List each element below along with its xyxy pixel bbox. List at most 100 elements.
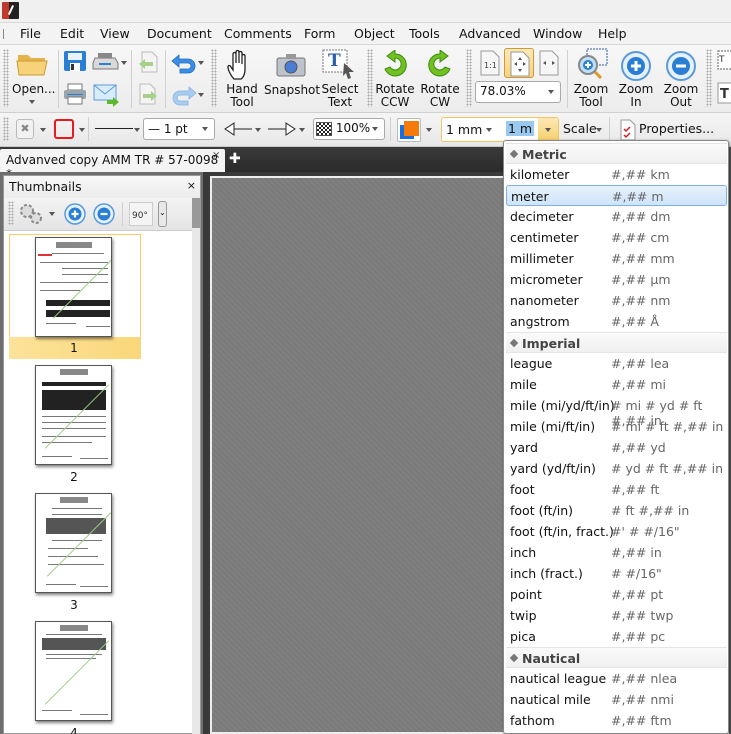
unit-option-nautical-league[interactable]: nautical league #,## nlea xyxy=(506,668,727,689)
fit-width-button[interactable] xyxy=(538,50,560,76)
unit-option-decimeter[interactable]: decimeter #,## dm xyxy=(506,206,727,227)
previous-view-icon[interactable] xyxy=(137,51,159,73)
email-icon[interactable] xyxy=(93,83,121,107)
document-page[interactable] xyxy=(210,176,505,734)
scale-to-input[interactable]: 1 m xyxy=(506,121,535,136)
print-icon[interactable] xyxy=(63,83,87,105)
scan-dropdown-caret[interactable] xyxy=(121,61,127,65)
menu-file[interactable]: File xyxy=(20,26,41,41)
scanner-icon[interactable] xyxy=(92,52,120,70)
page-thumbnail-4[interactable] xyxy=(35,621,112,721)
line-end-dropdown-caret[interactable] xyxy=(299,128,305,132)
reduce-thumbnails-icon[interactable] xyxy=(93,203,115,225)
next-view-icon[interactable] xyxy=(137,83,159,105)
options-dropdown-caret[interactable] xyxy=(49,212,55,216)
close-tab-icon[interactable]: × xyxy=(212,150,220,161)
line-style-dropdown-caret[interactable] xyxy=(134,128,140,132)
unit-option-foot-ft-in-fract[interactable]: foot (ft/in, fract.) #' # #/16" xyxy=(506,521,727,542)
unit-option-micrometer[interactable]: micrometer #,## µm xyxy=(506,269,727,290)
document-view[interactable] xyxy=(203,172,505,734)
fit-page-button[interactable] xyxy=(504,48,534,78)
undo-icon[interactable] xyxy=(170,52,198,74)
unit-option-millimeter[interactable]: millimeter #,## mm xyxy=(506,248,727,269)
menu-view[interactable]: View xyxy=(100,26,130,41)
save-icon[interactable] xyxy=(63,50,87,72)
page-thumbnail-2[interactable] xyxy=(35,365,112,465)
stroke-color-dropdown-caret[interactable] xyxy=(79,128,85,132)
toolbar-grip[interactable] xyxy=(3,29,7,39)
line-start-arrow-icon[interactable] xyxy=(223,121,253,137)
unit-option-inch-fract[interactable]: inch (fract.) # #/16" xyxy=(506,563,727,584)
page-thumbnail-1[interactable] xyxy=(35,237,112,337)
scale-from-value[interactable]: 1 mm xyxy=(446,122,482,137)
toolbar-grip[interactable] xyxy=(466,49,472,107)
close-panel-icon[interactable]: × xyxy=(187,179,196,192)
menu-form[interactable]: Form xyxy=(304,26,336,41)
toolbar-grip[interactable] xyxy=(706,49,712,107)
unit-option-twip[interactable]: twip #,## twp xyxy=(506,605,727,626)
unit-option-nautical-mile[interactable]: nautical mile #,## nmi xyxy=(506,689,727,710)
scrollbar-thumb[interactable] xyxy=(192,198,200,228)
unit-option-kilometer[interactable]: kilometer #,## km xyxy=(506,164,727,185)
line-end-arrow-icon[interactable] xyxy=(267,121,297,137)
more-options-button[interactable]: ⌄ xyxy=(158,201,167,227)
menu-document[interactable]: Document xyxy=(147,26,212,41)
unit-option-foot-ft-in[interactable]: foot (ft/in) # ft #,## in xyxy=(506,500,727,521)
unit-option-fathom[interactable]: fathom #,## ftm xyxy=(506,710,727,731)
unit-option-yard-yd-ft-in[interactable]: yard (yd/ft/in) # yd # ft #,## in xyxy=(506,458,727,479)
unit-option-yard[interactable]: yard #,## yd xyxy=(506,437,727,458)
redo-dropdown-caret[interactable] xyxy=(198,93,204,97)
unit-option-nanometer[interactable]: nanometer #,## nm xyxy=(506,290,727,311)
unit-option-centimeter[interactable]: centimeter #,## cm xyxy=(506,227,727,248)
unit-option-foot[interactable]: foot #,## ft xyxy=(506,479,727,500)
unit-option-league[interactable]: league #,## lea xyxy=(506,353,727,374)
document-tab[interactable]: Advanved copy AMM TR # 57-0098 * × xyxy=(0,149,225,181)
menu-object[interactable]: Object xyxy=(354,26,395,41)
opacity-combo[interactable]: 100% xyxy=(313,118,385,140)
scale-from-dropdown-caret[interactable] xyxy=(486,128,492,132)
new-tab-icon[interactable]: ✚ xyxy=(229,151,241,167)
delete-dropdown-caret[interactable] xyxy=(40,128,46,132)
redo-icon[interactable] xyxy=(170,84,198,106)
unit-option-angstrom[interactable]: angstrom #,## Å xyxy=(506,311,727,332)
unit-option-mile[interactable]: mile #,## mi xyxy=(506,374,727,395)
menu-help[interactable]: Help xyxy=(598,26,627,41)
menu-tools[interactable]: Tools xyxy=(409,26,440,41)
menu-edit[interactable]: Edit xyxy=(60,26,84,41)
actual-size-button[interactable]: 1:1 xyxy=(479,50,501,76)
scale-to-dropdown-button[interactable] xyxy=(538,118,558,141)
delete-button[interactable]: ✖ xyxy=(16,119,34,139)
line-width-combo[interactable]: — 1 pt xyxy=(143,118,215,140)
toolbar-grip[interactable] xyxy=(8,201,14,225)
scale-dropdown-caret[interactable] xyxy=(596,128,602,132)
unit-option-inch[interactable]: inch #,## in xyxy=(506,542,727,563)
fill-color-button[interactable] xyxy=(397,118,421,142)
stroke-color-button[interactable] xyxy=(54,119,74,139)
unit-option-meter[interactable]: meter #,## m xyxy=(506,185,727,206)
line-start-dropdown-caret[interactable] xyxy=(255,128,261,132)
unit-option-mile-mi-ft-in[interactable]: mile (mi/ft/in) # mi # ft #,## in xyxy=(506,416,727,437)
thumbnails-scrollbar[interactable] xyxy=(192,198,200,734)
page-thumbnail-3[interactable] xyxy=(35,493,112,593)
typewriter-icon[interactable]: T xyxy=(717,50,731,72)
unit-option-point[interactable]: point #,## pt xyxy=(506,584,727,605)
toolbar-grip[interactable] xyxy=(211,49,217,107)
line-style-button[interactable] xyxy=(95,128,133,129)
toolbar-grip[interactable] xyxy=(367,49,373,107)
text-tool-icon[interactable]: T xyxy=(717,82,731,104)
zoom-level-combo[interactable]: 78.03% xyxy=(475,81,561,103)
toolbar-grip[interactable] xyxy=(3,117,9,141)
gear-icon[interactable] xyxy=(18,202,44,226)
enlarge-thumbnails-icon[interactable] xyxy=(64,203,86,225)
zoom-dropdown-caret[interactable] xyxy=(548,90,554,94)
menu-advanced[interactable]: Advanced xyxy=(459,26,521,41)
rotate-thumbnail-button[interactable]: 90° xyxy=(129,202,153,226)
unit-option-mile-mi-yd-ft-in[interactable]: mile (mi/yd/ft/in) # mi # yd # ft #,## in xyxy=(506,395,727,428)
fill-color-dropdown-caret[interactable] xyxy=(426,128,432,132)
open-dropdown-caret[interactable] xyxy=(29,100,35,104)
line-width-dropdown-caret[interactable] xyxy=(202,127,208,131)
menu-comments[interactable]: Comments xyxy=(224,26,292,41)
scale-button[interactable]: Scale xyxy=(563,121,597,136)
opacity-dropdown-caret[interactable] xyxy=(372,127,378,131)
unit-option-pica[interactable]: pica #,## pc xyxy=(506,626,727,647)
